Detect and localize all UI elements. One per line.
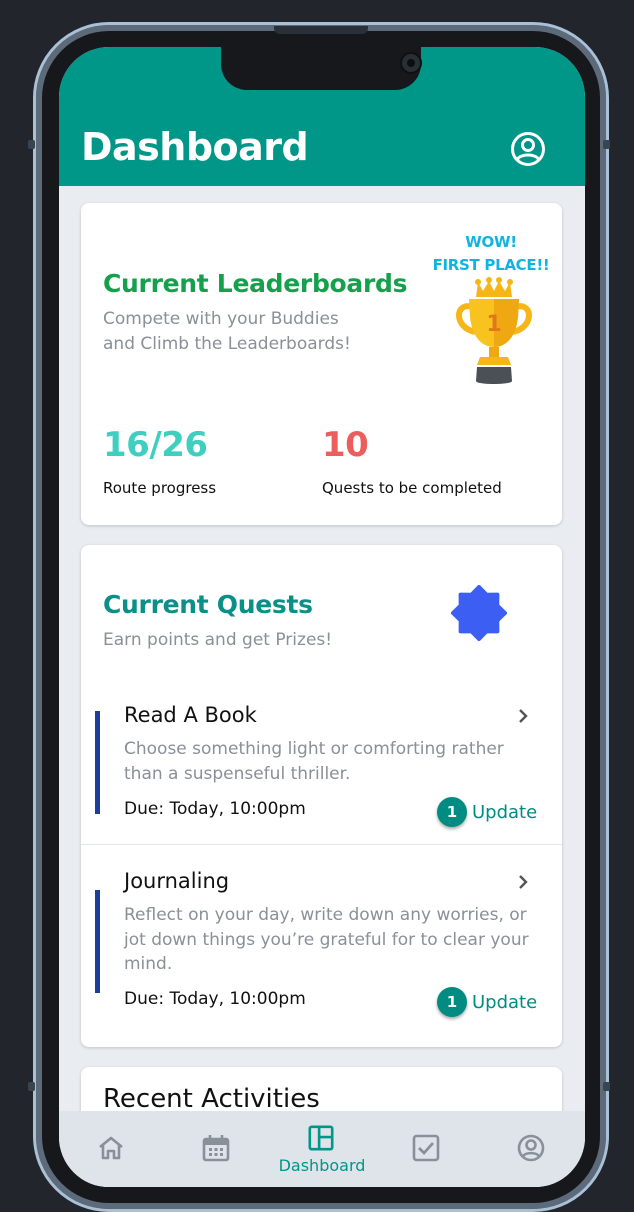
quest-title: Read A Book <box>124 703 257 727</box>
badge-icon <box>451 585 507 641</box>
quest-due: Due: Today, 10:00pm <box>124 799 306 819</box>
chevron-right-icon[interactable] <box>516 874 530 890</box>
update-button[interactable]: Update <box>472 992 537 1013</box>
calendar-icon <box>202 1135 230 1162</box>
trophy-icon: 1 <box>456 277 532 384</box>
quest-accent-bar <box>95 890 100 993</box>
quest-title: Journaling <box>124 869 230 893</box>
quest-accent-bar <box>95 711 100 814</box>
leaderboard-subtitle: Compete with your Buddies and Climb the … <box>103 307 351 357</box>
nav-item-home[interactable] <box>61 1111 161 1187</box>
update-count-badge[interactable]: 1 <box>437 797 467 827</box>
quests-card: Current Quests Earn points and get Prize… <box>81 545 562 1047</box>
phone-side-button <box>603 140 610 149</box>
nav-item-calendar[interactable] <box>166 1111 266 1187</box>
nav-item-profile[interactable] <box>482 1111 582 1187</box>
nav-item-tasks[interactable] <box>377 1111 477 1187</box>
quests-remaining-label: Quests to be completed <box>322 479 502 497</box>
account-circle-icon <box>517 1134 545 1162</box>
quests-subtitle: Earn points and get Prizes! <box>103 630 333 650</box>
phone-side-button <box>28 1082 35 1091</box>
recent-activities-title: Recent Activities <box>103 1084 320 1114</box>
account-circle-icon[interactable] <box>509 130 547 168</box>
phone-notch <box>221 47 422 90</box>
phone-top-edge <box>274 26 368 34</box>
trophy-caption: WOW! FIRST PLACE!! <box>431 231 551 277</box>
trophy-rank: 1 <box>486 312 501 337</box>
phone-side-button <box>28 140 35 149</box>
update-button[interactable]: Update <box>472 802 537 823</box>
trophy-caption-line: WOW! <box>465 233 517 251</box>
leaderboard-title: Current Leaderboards <box>103 269 408 298</box>
quest-description: Choose something light or comforting rat… <box>124 739 504 784</box>
checkbox-icon <box>412 1134 440 1162</box>
quest-due: Due: Today, 10:00pm <box>124 989 306 1009</box>
nav-label-dashboard: Dashboard <box>278 1156 366 1175</box>
dashboard-icon <box>308 1125 334 1151</box>
quests-remaining-value: 10 <box>322 425 369 465</box>
dashboard-content: Current Leaderboards Compete with your B… <box>59 186 585 1187</box>
nav-item-dashboard[interactable]: Dashboard <box>272 1111 372 1187</box>
leaderboard-card[interactable]: Current Leaderboards Compete with your B… <box>81 203 562 525</box>
quest-item[interactable]: Journaling Reflect on your day, write do… <box>81 845 562 1035</box>
trophy-caption-line: FIRST PLACE!! <box>432 256 550 274</box>
leaderboard-subtitle-line: and Climb the Leaderboards! <box>103 334 351 354</box>
bottom-nav: Dashboard <box>59 1111 585 1187</box>
quest-item[interactable]: Read A Book Choose something light or co… <box>81 681 562 844</box>
route-progress-value: 16/26 <box>103 425 208 465</box>
home-icon <box>99 1136 123 1160</box>
quests-title: Current Quests <box>103 590 313 619</box>
update-count-badge[interactable]: 1 <box>437 987 467 1017</box>
phone-side-button <box>603 1082 610 1091</box>
page-title: Dashboard <box>81 125 309 169</box>
leaderboard-subtitle-line: Compete with your Buddies <box>103 309 339 329</box>
camera-icon <box>400 52 422 74</box>
quest-description: Reflect on your day, write down any worr… <box>124 905 529 974</box>
app-screen: Dashboard Current Leaderboards Compete w… <box>59 47 585 1187</box>
route-progress-label: Route progress <box>103 479 217 497</box>
chevron-right-icon[interactable] <box>516 708 530 724</box>
